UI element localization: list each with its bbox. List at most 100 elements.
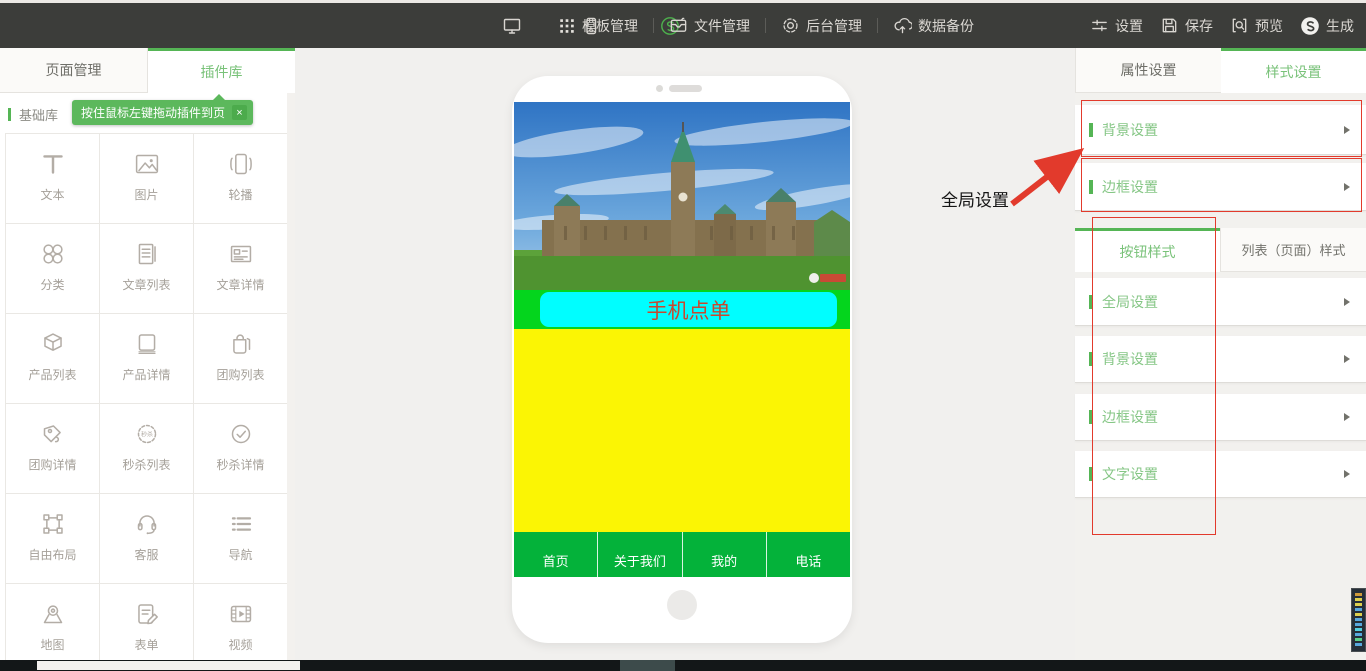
tab-page-manage[interactable]: 页面管理	[0, 48, 148, 93]
plugin-label: 客服	[134, 546, 158, 563]
action-label: 生成	[1326, 16, 1354, 36]
file-icon	[669, 16, 688, 35]
toolbar-menu: 模板管理 文件管理 后台管理 数据备份	[558, 3, 974, 48]
seckill-detail-icon	[224, 417, 258, 451]
generate-button[interactable]: 生成	[1300, 16, 1354, 36]
product-list-icon	[36, 327, 70, 361]
tooltip-close-icon[interactable]: ×	[232, 105, 247, 120]
phone-speaker	[669, 85, 702, 92]
menu-label: 后台管理	[806, 16, 862, 36]
section-global-settings[interactable]: 全局设置	[1075, 278, 1366, 326]
plugin-item-groupbuy-detail[interactable]: 团购详情	[6, 404, 100, 494]
tab-button-style[interactable]: 按钮样式	[1075, 228, 1220, 272]
plugin-item-video[interactable]: 视频	[194, 584, 288, 671]
chevron-right-icon	[1344, 413, 1350, 421]
scrollbar-thumb[interactable]	[37, 661, 300, 670]
headset-icon	[130, 507, 164, 541]
plugin-item-article-list[interactable]: 文章列表	[100, 224, 194, 314]
plugin-item-product-list[interactable]: 产品列表	[6, 314, 100, 404]
tab-list-page-style[interactable]: 列表（页面）样式	[1220, 228, 1366, 272]
tooltip-text: 按住鼠标左键拖动插件到页	[81, 104, 225, 121]
plugin-label: 秒杀详情	[216, 456, 264, 473]
save-button[interactable]: 保存	[1160, 16, 1213, 36]
section-label: 文字设置	[1102, 464, 1158, 484]
phone-nav-home[interactable]: 首页	[514, 532, 598, 577]
plugin-item-category[interactable]: 分类	[6, 224, 100, 314]
plugin-item-seckill-detail[interactable]: 秒杀详情	[194, 404, 288, 494]
section-button-border-settings[interactable]: 边框设置	[1075, 394, 1366, 441]
plugin-item-seckill-list[interactable]: 秒杀 秒杀列表	[100, 404, 194, 494]
toolbar-actions: 设置 保存 预览 生成	[1090, 3, 1354, 48]
free-layout-icon	[36, 507, 70, 541]
plugin-label: 产品列表	[28, 366, 76, 383]
plugin-item-image[interactable]: 图片	[100, 134, 194, 224]
scrollbar-segment	[620, 660, 675, 671]
chevron-right-icon	[1344, 183, 1350, 191]
carousel-icon	[224, 147, 258, 181]
plugin-item-article-detail[interactable]: 文章详情	[194, 224, 288, 314]
sliders-icon	[1090, 16, 1109, 35]
section-label: 边框设置	[1102, 407, 1158, 427]
form-icon	[130, 597, 164, 631]
sidebar-scrollbar[interactable]	[287, 93, 295, 660]
tab-attribute-settings[interactable]: 属性设置	[1075, 48, 1221, 93]
section-button-background-settings[interactable]: 背景设置	[1075, 336, 1366, 383]
plugin-item-product-detail[interactable]: 产品详情	[100, 314, 194, 404]
generate-icon	[1300, 16, 1320, 36]
menu-backend-manage[interactable]: 后台管理	[781, 16, 862, 36]
phone-nav-mine[interactable]: 我的	[683, 532, 767, 577]
phone-title-bar[interactable]: 手机点单	[540, 292, 837, 327]
plugin-label: 产品详情	[122, 366, 170, 383]
plugin-item-free-layout[interactable]: 自由布局	[6, 494, 100, 584]
plugin-item-customer-service[interactable]: 客服	[100, 494, 194, 584]
section-label: 全局设置	[1102, 292, 1158, 312]
plugin-label: 团购详情	[28, 456, 76, 473]
section-label: 边框设置	[1102, 177, 1158, 197]
action-label: 预览	[1255, 16, 1283, 36]
chevron-right-icon	[1344, 470, 1350, 478]
divider	[765, 18, 766, 33]
preview-button[interactable]: 预览	[1230, 16, 1283, 36]
banner-image[interactable]	[514, 102, 850, 290]
plugin-label: 图片	[134, 186, 158, 203]
phone-body-block[interactable]	[514, 329, 850, 532]
phone-nav-about[interactable]: 关于我们	[598, 532, 682, 577]
horizontal-scrollbar[interactable]	[0, 660, 1366, 671]
tab-style-settings[interactable]: 样式设置	[1221, 48, 1366, 93]
section-text-settings[interactable]: 文字设置	[1075, 451, 1366, 498]
menu-file-manage[interactable]: 文件管理	[669, 16, 750, 36]
drag-hint-tooltip: 按住鼠标左键拖动插件到页 ×	[72, 100, 253, 125]
phone-home-button	[667, 590, 697, 620]
green-marker	[1089, 295, 1093, 309]
list-nav-icon	[224, 507, 258, 541]
menu-template-manage[interactable]: 模板管理	[558, 16, 638, 36]
desktop-view-icon[interactable]	[502, 16, 522, 36]
plugin-item-carousel[interactable]: 轮播	[194, 134, 288, 224]
section-border-settings[interactable]: 边框设置	[1075, 163, 1366, 211]
plugin-item-form[interactable]: 表单	[100, 584, 194, 671]
divider	[877, 18, 878, 33]
tab-plugin-library[interactable]: 插件库	[148, 48, 295, 93]
phone-screen: 手机点单 首页 关于我们 我的 电话	[514, 102, 850, 577]
plugin-grid: 文本 图片 轮播 分类 文章列表 文章详情	[5, 133, 288, 671]
plugin-label: 导航	[228, 546, 252, 563]
plugin-label: 分类	[40, 276, 64, 293]
menu-data-backup[interactable]: 数据备份	[893, 16, 974, 36]
plugin-label: 文本	[40, 186, 64, 203]
sidebar-tabs: 页面管理 插件库	[0, 48, 295, 93]
phone-nav-phone[interactable]: 电话	[767, 532, 850, 577]
title-strip[interactable]: 手机点单	[514, 290, 850, 329]
plugin-item-map[interactable]: 地图	[6, 584, 100, 671]
plugin-item-text[interactable]: 文本	[6, 134, 100, 224]
plugin-item-groupbuy-list[interactable]: 团购列表	[194, 314, 288, 404]
action-label: 保存	[1185, 16, 1213, 36]
base-library-label: 基础库	[19, 105, 58, 124]
cloud-upload-icon	[893, 16, 912, 35]
plugin-label: 文章详情	[216, 276, 264, 293]
chevron-right-icon	[1344, 355, 1350, 363]
section-background-settings[interactable]: 背景设置	[1075, 105, 1366, 155]
settings-button[interactable]: 设置	[1090, 16, 1143, 36]
green-marker	[1089, 410, 1093, 424]
plugin-item-navigation[interactable]: 导航	[194, 494, 288, 584]
settings-panel: 属性设置 样式设置 背景设置 边框设置 按钮样式 列表（页面）样式 全局设置 背…	[1075, 48, 1366, 660]
